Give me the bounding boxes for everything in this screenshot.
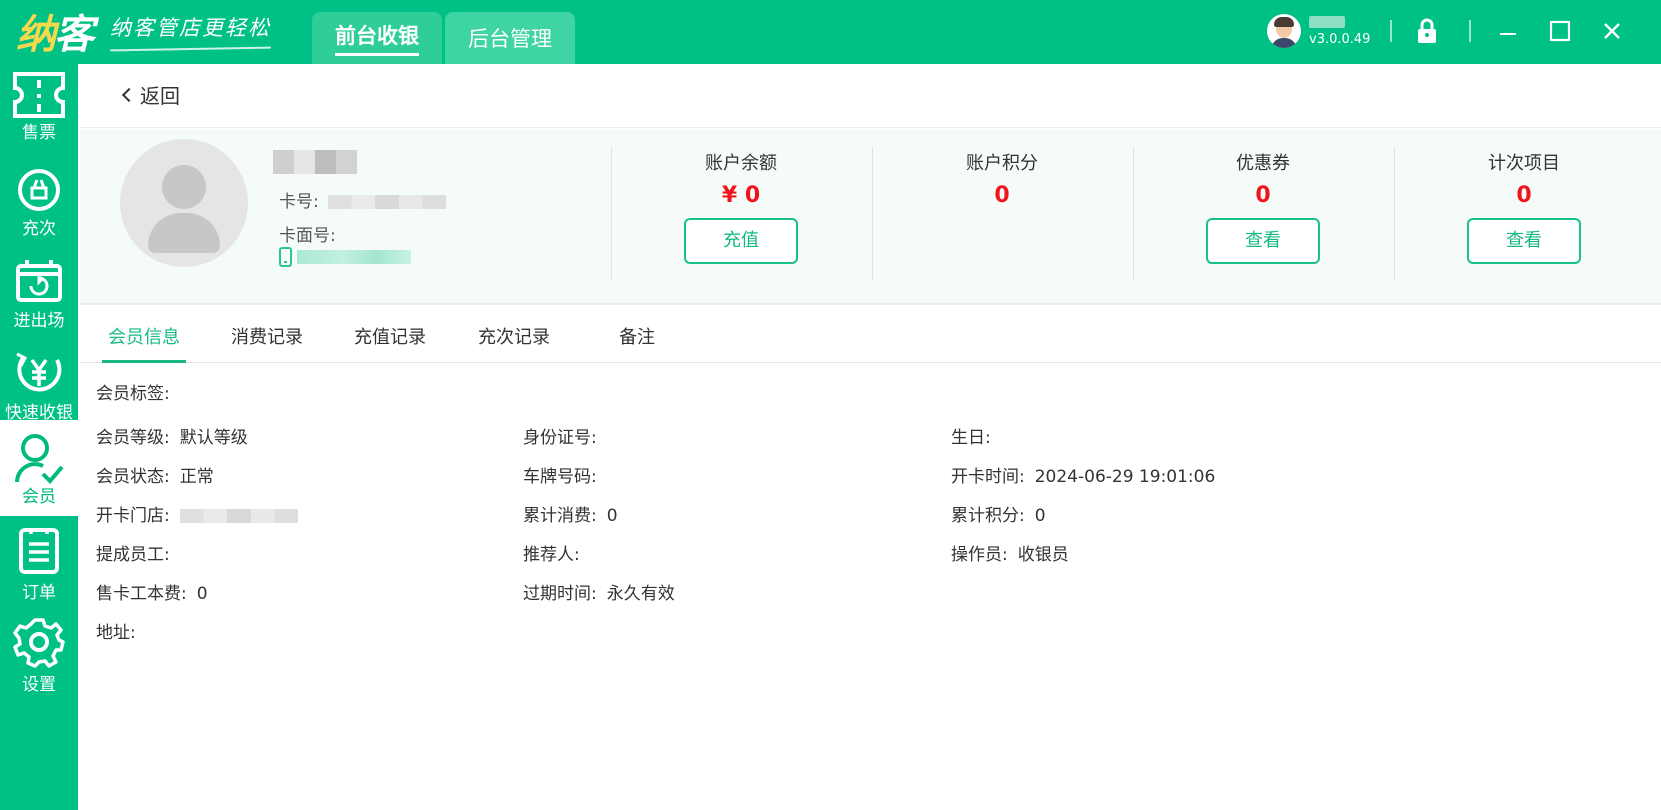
recharge-button[interactable]: 充值: [684, 218, 798, 264]
open-card-time: 开卡时间: 2024-06-29 19:01:06: [951, 467, 1216, 487]
back-bar: 返回: [80, 64, 1661, 128]
sidebar-item-entry-exit[interactable]: 进出场: [0, 250, 78, 346]
member-tags: 会员标签:: [96, 384, 170, 404]
user-avatar: [1267, 14, 1301, 48]
lock-icon[interactable]: [1412, 16, 1442, 46]
logo-slogan: 纳客管店更轻松: [110, 12, 271, 42]
divider: [1469, 20, 1471, 42]
tab-consumption-records[interactable]: 消费记录: [231, 323, 303, 349]
tab-recharge-records[interactable]: 充值记录: [354, 323, 426, 349]
stat-balance: 账户余额 ¥ 0 充值: [611, 147, 871, 281]
referrer: 推荐人:: [523, 545, 580, 565]
view-coupons-button[interactable]: 查看: [1206, 218, 1320, 264]
title-bar: 纳客 纳客管店更轻松 前台收银 后台管理 v3.0.0.49: [0, 0, 1661, 64]
card-number: 卡号:: [279, 187, 447, 212]
logo-text: 纳客: [16, 11, 94, 58]
app-version: v3.0.0.49: [1309, 31, 1371, 47]
detail-tabs: 会员信息 消费记录 充值记录 充次记录 备注: [80, 307, 1661, 363]
card-number-value: [328, 195, 447, 209]
phone-icon: [279, 247, 292, 267]
member-detail-panel: 返回 卡号: 卡面号: 账户余额 ¥ 0 充值 账户积分 0 优惠券 0 查看 …: [80, 64, 1661, 810]
member-status: 会员状态: 正常: [96, 467, 214, 487]
chevron-left-icon: [121, 87, 137, 102]
divider: [1390, 20, 1392, 42]
member-avatar: [120, 139, 248, 267]
tab-front-cashier[interactable]: 前台收银: [312, 12, 442, 64]
tab-count-recharge-records[interactable]: 充次记录: [478, 323, 550, 349]
total-spend: 累计消费: 0: [523, 506, 618, 526]
sidebar-item-member[interactable]: 会员: [0, 420, 78, 516]
recharge-count-icon: [18, 169, 60, 211]
view-count-items-button[interactable]: 查看: [1467, 218, 1581, 264]
operator: 操作员: 收银员: [951, 545, 1069, 565]
active-tab-indicator: [102, 360, 186, 363]
stat-count-items: 计次项目 0 查看: [1394, 147, 1654, 281]
member-summary: 卡号: 卡面号: 账户余额 ¥ 0 充值 账户积分 0 优惠券 0 查看 计次项…: [80, 129, 1661, 305]
maximize-icon[interactable]: [1545, 16, 1575, 46]
user-profile[interactable]: v3.0.0.49: [1267, 14, 1370, 48]
open-card-store: 开卡门店:: [96, 501, 298, 526]
settings-icon: [13, 618, 65, 668]
tab-notes[interactable]: 备注: [619, 323, 655, 349]
sidebar-item-settings[interactable]: 设置: [0, 610, 78, 706]
card-fee: 售卡工本费: 0: [96, 584, 208, 604]
address: 地址:: [96, 623, 136, 643]
open-card-store-value: [179, 509, 298, 523]
sidebar-item-recharge-count[interactable]: 充次: [0, 160, 78, 256]
member-icon: [15, 434, 64, 484]
order-icon: [19, 528, 59, 574]
app-logo: 纳客 纳客管店更轻松: [16, 8, 271, 58]
user-name: [1309, 15, 1345, 28]
expire-time: 过期时间: 永久有效: [523, 584, 675, 604]
phone-number: [279, 247, 412, 267]
back-button[interactable]: 返回: [121, 80, 180, 109]
tab-back-office[interactable]: 后台管理: [445, 12, 575, 64]
license-plate: 车牌号码:: [523, 467, 597, 487]
id-number: 身份证号:: [523, 428, 597, 448]
phone-number-value: [297, 250, 412, 264]
quick-cashier-icon: [16, 352, 62, 392]
tab-member-info[interactable]: 会员信息: [108, 323, 180, 349]
member-level: 会员等级: 默认等级: [96, 428, 248, 448]
ticket-icon: [13, 72, 65, 118]
minimize-icon[interactable]: [1493, 16, 1523, 46]
member-name: [273, 150, 357, 174]
card-face-number: 卡面号:: [279, 226, 336, 246]
total-points: 累计积分: 0: [951, 506, 1046, 526]
entry-exit-icon: [16, 260, 62, 302]
sidebar-item-ticket[interactable]: 售票: [0, 64, 78, 160]
commission-staff: 提成员工:: [96, 545, 170, 565]
sidebar-item-order[interactable]: 订单: [0, 518, 78, 614]
stat-coupons: 优惠券 0 查看: [1133, 147, 1393, 281]
close-icon[interactable]: [1597, 16, 1627, 46]
stat-points: 账户积分 0: [872, 147, 1132, 281]
birthday: 生日:: [951, 428, 991, 448]
sidebar: 售票 充次 进出场 快速收银 会员 订单 设置: [0, 64, 78, 810]
